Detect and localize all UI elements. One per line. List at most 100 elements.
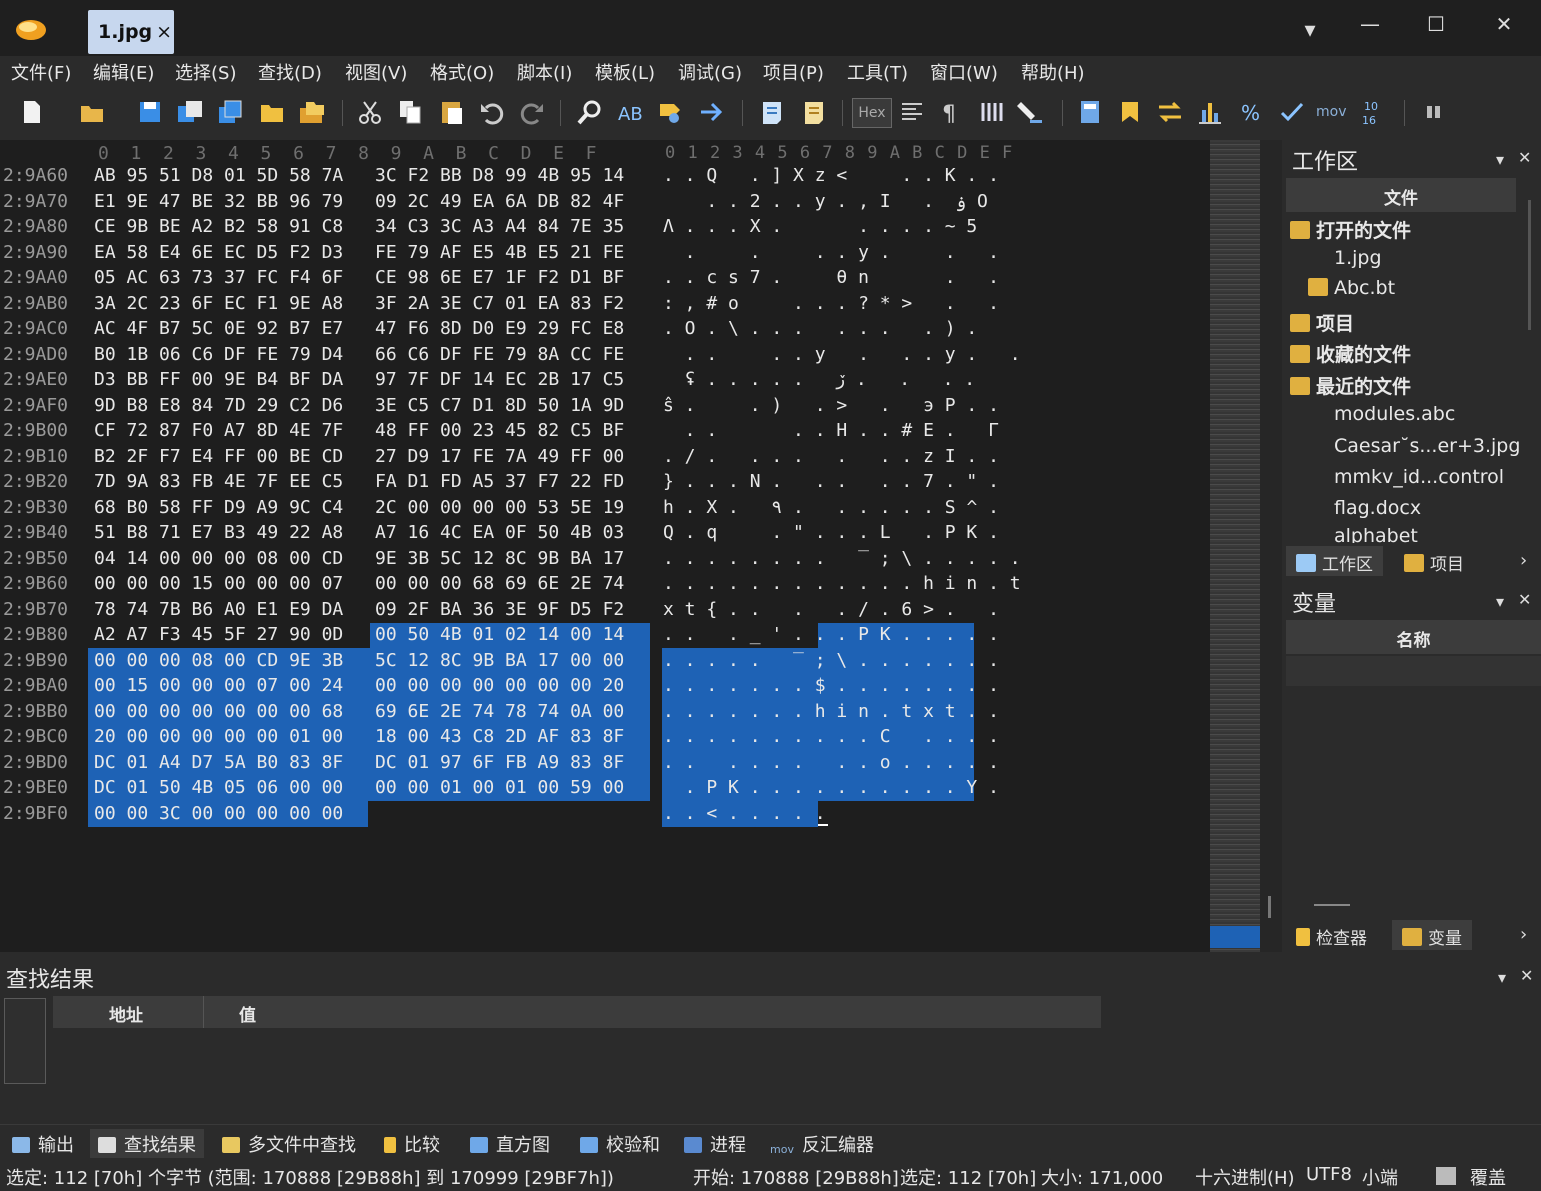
hex-row[interactable]: 2:9A90 EA 58 E4 6E EC D5 F2 D3 FE 79 AF E5… (0, 242, 1000, 267)
row-bytes-high[interactable]: 66 C6 DF FE 79 8A CC FE (375, 344, 624, 365)
row-bytes-high[interactable]: CE 98 6E E7 1F F2 D1 BF (375, 267, 624, 288)
column-value[interactable]: 值 (239, 1001, 256, 1026)
hex-row[interactable]: 2:9AD0 B0 1B 06 C6 DF FE 79 D4 66 C6 DF FE… (0, 344, 1021, 369)
hex-row[interactable]: 2:9AB0 3A 2C 23 6F EC F1 9E A8 3F 2A 3E C7… (0, 293, 1000, 318)
maximize-button[interactable]: ☐ (1416, 12, 1456, 36)
status-mode[interactable]: 十六进制(H) (1195, 1164, 1295, 1190)
hex-row[interactable]: 2:9B40 51 B8 71 E7 B3 49 22 A8 A7 16 4C EA… (0, 522, 1000, 547)
hex-row[interactable]: 2:9A60 AB 95 51 D8 01 5D 58 7A 3C F2 BB D8… (0, 165, 1000, 190)
row-bytes-low[interactable]: A2 A7 F3 45 5F 27 90 0D (94, 624, 343, 645)
column-address[interactable]: 地址 (109, 1001, 143, 1026)
menu-format[interactable]: 格式(O) (430, 59, 494, 85)
row-bytes-low[interactable]: CE 9B BE A2 B2 58 91 C8 (94, 216, 343, 237)
hex-row[interactable]: 2:9B50 04 14 00 00 00 08 00 CD 9E 3B 5C 12… (0, 548, 1021, 573)
workspace-dropdown-icon[interactable]: ▾ (1496, 150, 1504, 169)
row-bytes-high[interactable]: 97 7F DF 14 EC 2B 17 C5 (375, 369, 624, 390)
tab-compare[interactable]: 比较 (376, 1129, 448, 1159)
close-button[interactable]: ✕ (1484, 12, 1524, 36)
row-ascii[interactable]: . . c s 7 . θ n . . (663, 267, 999, 288)
hex-row[interactable]: 2:9BA0 00 15 00 00 00 07 00 24 00 00 00 00… (0, 675, 1000, 700)
tab-scroll-right-icon[interactable]: › (1520, 924, 1527, 945)
menu-view[interactable]: 视图(V) (345, 59, 407, 85)
find-close-icon[interactable]: ✕ (1520, 966, 1533, 985)
tab-close-icon[interactable]: × (156, 21, 172, 43)
status-encoding[interactable]: UTF8 (1306, 1164, 1352, 1185)
row-bytes-high[interactable]: FE 79 AF E5 4B E5 21 FE (375, 242, 624, 263)
columns-icon[interactable] (978, 98, 1006, 126)
row-ascii[interactable]: Q . q . " . . . L . P K . (663, 522, 999, 543)
tab-checksum[interactable]: 校验和 (572, 1129, 668, 1159)
row-bytes-high[interactable]: 34 C3 3C A3 A4 84 7E 35 (375, 216, 624, 237)
row-bytes-high[interactable]: 47 F6 8D D0 E9 29 FC E8 (375, 318, 624, 339)
tab-output[interactable]: 输出 (4, 1129, 82, 1159)
workspace-item[interactable]: 项目 (1290, 309, 1354, 336)
save-all-icon[interactable] (216, 98, 244, 126)
row-bytes-low[interactable]: D3 BB FF 00 9E B4 BF DA (94, 369, 343, 390)
menu-template[interactable]: 模板(L) (595, 59, 655, 85)
menu-edit[interactable]: 编辑(E) (93, 59, 154, 85)
checksum-icon[interactable] (1278, 98, 1306, 126)
row-bytes-high[interactable]: 00 50 4B 01 02 14 00 14 (375, 624, 624, 645)
base-convert-icon[interactable]: 1016 (1360, 98, 1388, 126)
hex-row[interactable]: 2:9B60 00 00 00 15 00 00 00 07 00 00 00 68… (0, 573, 1021, 598)
tab-variables[interactable]: 变量 (1392, 920, 1472, 950)
status-insert-mode[interactable]: 覆盖 (1470, 1164, 1506, 1190)
tab-project[interactable]: 项目 (1394, 546, 1474, 576)
row-ascii[interactable]: . O . \ . . . . . . . ) . (663, 318, 977, 339)
minimize-button[interactable]: — (1350, 12, 1390, 36)
workspace-column-header[interactable]: 文件 (1286, 178, 1516, 212)
workspace-close-icon[interactable]: ✕ (1518, 148, 1531, 167)
tab-workspace[interactable]: 工作区 (1286, 546, 1383, 576)
open-folder-icon[interactable] (258, 98, 286, 126)
open-file-icon[interactable] (78, 98, 106, 126)
variables-dropdown-icon[interactable]: ▾ (1496, 592, 1504, 611)
row-ascii[interactable]: . . Q . ] X z < . . K . . (663, 165, 999, 186)
row-bytes-high[interactable]: 5C 12 8C 9B BA 17 00 00 (375, 650, 624, 671)
row-ascii[interactable]: . . . . . . . . o . . . . . (663, 752, 999, 773)
menu-find[interactable]: 查找(D) (258, 59, 322, 85)
hex-row[interactable]: 2:9AC0 AC 4F B7 5C 0E 92 B7 E7 47 F6 8D D0… (0, 318, 1000, 343)
find-dropdown-icon[interactable]: ▾ (1498, 968, 1506, 987)
compare-icon[interactable] (1156, 98, 1184, 126)
row-bytes-low[interactable]: E1 9E 47 BE 32 BB 96 79 (94, 191, 343, 212)
row-ascii[interactable]: . . . . . ‾ ; \ . . . . . . . (663, 650, 999, 671)
calculator-icon[interactable] (1076, 98, 1104, 126)
tab-find-in-files[interactable]: 多文件中查找 (214, 1129, 364, 1159)
row-bytes-low[interactable]: 78 74 7B B6 A0 E1 E9 DA (94, 599, 343, 620)
row-bytes-low[interactable]: 04 14 00 00 00 08 00 CD (94, 548, 343, 569)
hex-row[interactable]: 2:9BF0 00 00 3C 00 00 00 00 00 . . < . . .… (0, 803, 1000, 828)
row-bytes-low[interactable]: 00 00 00 08 00 CD 9E 3B (94, 650, 343, 671)
row-bytes-high[interactable]: 2C 00 00 00 00 53 5E 19 (375, 497, 624, 518)
row-ascii[interactable]: . . 2 . . y . , I . ۏ O (663, 191, 988, 212)
paste-icon[interactable] (438, 98, 466, 126)
row-bytes-low[interactable]: 00 00 00 15 00 00 00 07 (94, 573, 343, 594)
row-bytes-low[interactable]: 7D 9A 83 FB 4E 7F EE C5 (94, 471, 343, 492)
pause-icon[interactable] (1420, 98, 1448, 126)
row-bytes-low[interactable]: AB 95 51 D8 01 5D 58 7A (94, 165, 343, 186)
row-bytes-high[interactable]: DC 01 97 6F FB A9 83 8F (375, 752, 624, 773)
hex-editor[interactable]: 0 1 2 3 4 5 6 7 8 9 A B C D E F 0 1 2 3 … (0, 140, 1210, 952)
hex-row[interactable]: 2:9AE0 D3 BB FF 00 9E B4 BF DA 97 7F DF 14… (0, 369, 1000, 394)
row-ascii[interactable]: Λ . . . X . . . . . ~ 5 (663, 216, 977, 237)
row-bytes-low[interactable]: 20 00 00 00 00 00 01 00 (94, 726, 343, 747)
row-bytes-low[interactable]: DC 01 50 4B 05 06 00 00 (94, 777, 343, 798)
menu-select[interactable]: 选择(S) (175, 59, 236, 85)
percent-icon[interactable]: % (1238, 98, 1266, 126)
row-bytes-high[interactable]: 3F 2A 3E C7 01 EA 83 F2 (375, 293, 624, 314)
row-bytes-high[interactable]: 69 6E 2E 74 78 74 0A 00 (375, 701, 624, 722)
row-bytes-low[interactable]: 00 00 00 00 00 00 00 68 (94, 701, 343, 722)
hex-row[interactable]: 2:9A70 E1 9E 47 BE 32 BB 96 79 09 2C 49 EA… (0, 191, 1000, 216)
hex-row[interactable]: 2:9AA0 05 AC 63 73 37 FC F4 6F CE 98 6E E7… (0, 267, 1000, 292)
row-bytes-low[interactable]: B2 2F F7 E4 FF 00 BE CD (94, 446, 343, 467)
undo-icon[interactable] (478, 98, 506, 126)
row-ascii[interactable]: : , # o . . . ? * > . . (663, 293, 999, 314)
workspace-item[interactable]: mmkv_id...control (1334, 466, 1504, 488)
new-file-icon[interactable] (18, 98, 46, 126)
row-bytes-high[interactable]: 00 00 01 00 01 00 59 00 (375, 777, 624, 798)
row-bytes-low[interactable]: 9D B8 E8 84 7D 29 C2 D6 (94, 395, 343, 416)
row-bytes-high[interactable]: 00 00 00 68 69 6E 2E 74 (375, 573, 624, 594)
hex-row[interactable]: 2:9B90 00 00 00 08 00 CD 9E 3B 5C 12 8C 9B… (0, 650, 1000, 675)
open-project-icon[interactable] (298, 98, 326, 126)
copy-icon[interactable] (396, 98, 424, 126)
row-ascii[interactable]: } . . . N . . . . . 7 . " . (663, 471, 999, 492)
